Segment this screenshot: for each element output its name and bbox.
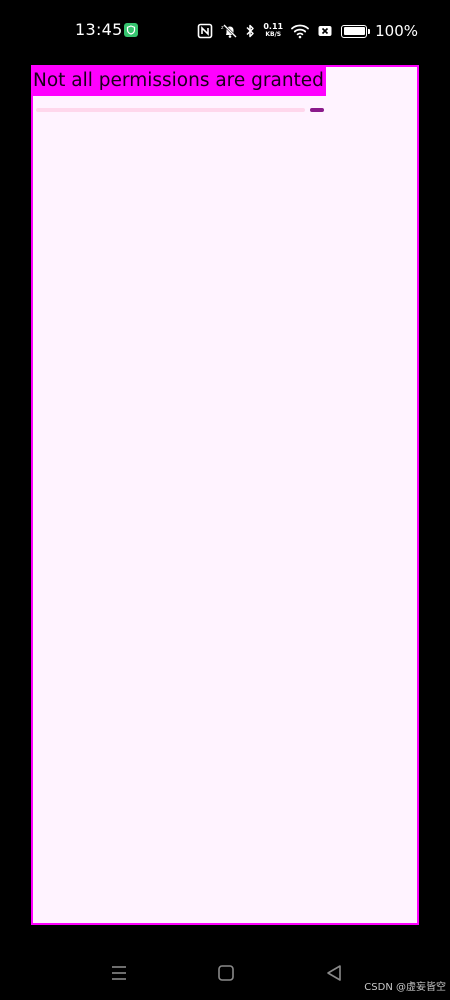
status-time: 13:45 xyxy=(75,20,123,39)
battery-icon xyxy=(341,24,371,38)
nfc-icon xyxy=(197,23,213,39)
navigation-bar: CSDN @虚妄皆空 xyxy=(0,950,450,1000)
status-icons: z 0.11 KB/S 100% xyxy=(197,20,418,42)
status-bar: 13:45 z 0.11 KB/S 100% xyxy=(0,0,450,62)
network-speed-unit: KB/S xyxy=(265,31,282,38)
menu-icon[interactable] xyxy=(108,962,130,984)
sim-off-icon xyxy=(317,23,333,39)
back-icon[interactable] xyxy=(323,962,345,984)
wifi-icon xyxy=(291,23,310,39)
home-icon[interactable] xyxy=(215,962,237,984)
permission-message: Not all permissions are granted xyxy=(33,67,326,96)
svg-text:z: z xyxy=(221,25,224,31)
network-speed: 0.11 KB/S xyxy=(263,23,283,39)
watermark: CSDN @虚妄皆空 xyxy=(364,982,446,993)
battery-percent: 100% xyxy=(375,22,418,40)
mute-icon: z xyxy=(221,23,238,39)
progress-track xyxy=(36,108,305,112)
progress-indicator xyxy=(310,108,324,112)
network-speed-value: 0.11 xyxy=(263,22,284,31)
bluetooth-icon xyxy=(245,23,255,39)
app-content-frame: Not all permissions are granted xyxy=(31,65,419,925)
shield-icon xyxy=(124,23,138,37)
